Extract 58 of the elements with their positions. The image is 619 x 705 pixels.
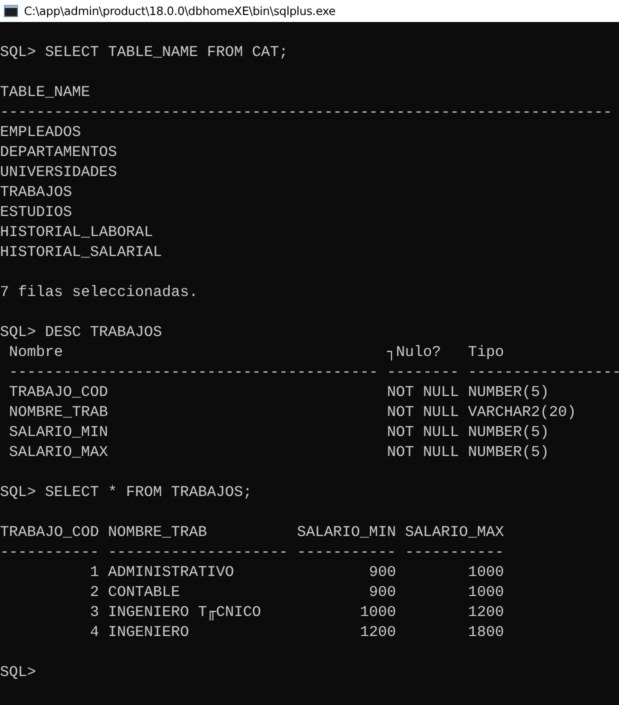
table-cell-text: 1 xyxy=(89,563,100,583)
command-line: SQL> xyxy=(0,663,36,683)
table-cell-text: SALARIO_MIN xyxy=(9,423,110,443)
command-line: SQL> SELECT * FROM TRABAJOS; xyxy=(0,483,252,503)
table-cell-text: CONTABLE xyxy=(108,583,182,603)
table-cell-text: 1200 xyxy=(467,603,504,623)
header-rule: -------------------------------------------------------------------- xyxy=(0,103,612,123)
table-cell-text: 1000 xyxy=(359,603,396,623)
table-cell-text: NUMBER(5) xyxy=(468,423,550,443)
table-cell-text: 3 xyxy=(89,603,100,623)
table-cell-text: 1200 xyxy=(359,623,396,643)
table-cell-text: 1000 xyxy=(467,563,504,583)
table-cell-text: NOMBRE_TRAB xyxy=(9,403,110,423)
column-header: TABLE_NAME xyxy=(0,83,92,103)
table-cell-text: HISTORIAL_SALARIAL xyxy=(0,243,164,263)
column-header: TRABAJO_COD xyxy=(0,523,100,543)
command-line: SQL> DESC TRABAJOS xyxy=(0,323,162,343)
header-rule: ----------- xyxy=(297,543,396,563)
table-cell-text: 900 xyxy=(368,563,396,583)
table-cell-text: VARCHAR2(20) xyxy=(468,403,578,423)
table-cell-text: NUMBER(5) xyxy=(468,383,550,403)
table-cell-text: INGENIERO T╓CNICO xyxy=(108,603,262,623)
header-rule: ----------------- xyxy=(468,363,619,383)
table-cell-text: HISTORIAL_LABORAL xyxy=(0,223,154,243)
table-cell: NOT NULL xyxy=(387,383,460,403)
table-cell-text: ESTUDIOS xyxy=(0,203,74,223)
column-header: Tipo xyxy=(468,343,506,363)
column-header: SALARIO_MAX xyxy=(405,523,504,543)
header-rule: ----------------------------------------- xyxy=(9,363,378,383)
header-rule: -------------------- xyxy=(108,543,288,563)
table-cell-text: ADMINISTRATIVO xyxy=(108,563,236,583)
command-line: SQL> SELECT TABLE_NAME FROM CAT; xyxy=(0,43,288,63)
table-cell: NOT NULL xyxy=(387,423,460,443)
column-header: ┐Nulo? xyxy=(387,343,442,363)
table-cell-text: NUMBER(5) xyxy=(468,443,550,463)
header-rule: ----------- xyxy=(0,543,100,563)
console-app-icon xyxy=(4,5,18,17)
result-message: 7 filas seleccionadas. xyxy=(0,283,198,303)
table-cell: NOT NULL xyxy=(387,403,460,423)
table-cell-text: 1000 xyxy=(467,583,504,603)
table-cell-text: UNIVERSIDADES xyxy=(0,163,118,183)
column-header: Nombre xyxy=(9,343,64,363)
header-rule: ----------- xyxy=(405,543,504,563)
table-cell-text: EMPLEADOS xyxy=(0,123,82,143)
column-header: SALARIO_MIN xyxy=(297,523,396,543)
column-header: NOMBRE_TRAB xyxy=(108,523,208,543)
table-cell-text: 2 xyxy=(89,583,100,603)
table-cell: NOT NULL xyxy=(387,443,460,463)
table-cell-text: DEPARTAMENTOS xyxy=(0,143,118,163)
table-cell-text: 4 xyxy=(89,623,100,643)
table-cell-text: SALARIO_MAX xyxy=(9,443,110,463)
header-rule: -------- xyxy=(387,363,460,383)
table-cell-text: TRABAJOS xyxy=(0,183,74,203)
window-title: C:\app\admin\product\18.0.0\dbhomeXE\bin\sqlplus.exe xyxy=(24,4,336,18)
table-cell-text: 900 xyxy=(368,583,396,603)
table-cell-text: INGENIERO xyxy=(108,623,190,643)
table-cell-text: 1800 xyxy=(467,623,504,643)
table-cell-text: TRABAJO_COD xyxy=(9,383,110,403)
